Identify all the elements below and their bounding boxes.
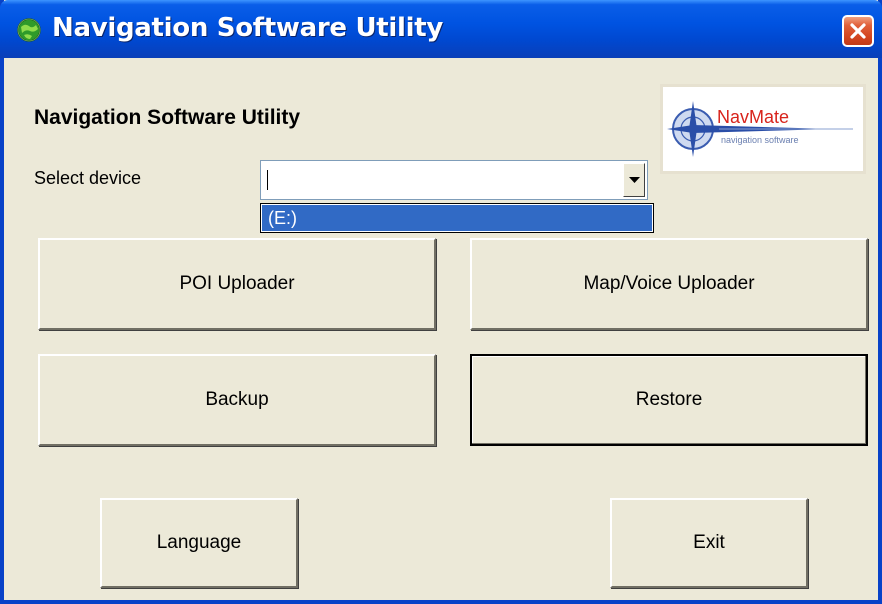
exit-button[interactable]: Exit — [610, 498, 808, 588]
close-button[interactable] — [842, 15, 874, 47]
restore-button[interactable]: Restore — [470, 354, 868, 446]
device-combobox[interactable] — [260, 160, 648, 200]
language-button[interactable]: Language — [100, 498, 298, 588]
text-cursor — [267, 170, 268, 190]
logo-tagline: navigation software — [721, 135, 799, 145]
backup-button[interactable]: Backup — [38, 354, 436, 446]
window-title: Navigation Software Utility — [52, 13, 444, 43]
select-device-label: Select device — [34, 168, 142, 188]
app-globe-icon — [16, 17, 42, 43]
device-option-label: (E:) — [268, 208, 297, 228]
dialog-heading: Navigation Software Utility — [34, 106, 301, 129]
title-bar[interactable]: Navigation Software Utility — [0, 0, 882, 58]
device-option-e[interactable]: (E:) — [262, 205, 652, 231]
map-voice-uploader-button[interactable]: Map/Voice Uploader — [470, 238, 868, 330]
device-dropdown-list: (E:) — [260, 203, 654, 233]
close-icon — [850, 23, 866, 39]
chevron-down-icon — [629, 177, 640, 183]
dialog-window: Navigation Software Utility Navigation S… — [0, 0, 882, 604]
navmate-logo: NavMate navigation software — [660, 84, 866, 174]
poi-uploader-button[interactable]: POI Uploader — [38, 238, 436, 330]
dropdown-button[interactable] — [623, 163, 645, 197]
logo-name: NavMate — [717, 107, 790, 127]
